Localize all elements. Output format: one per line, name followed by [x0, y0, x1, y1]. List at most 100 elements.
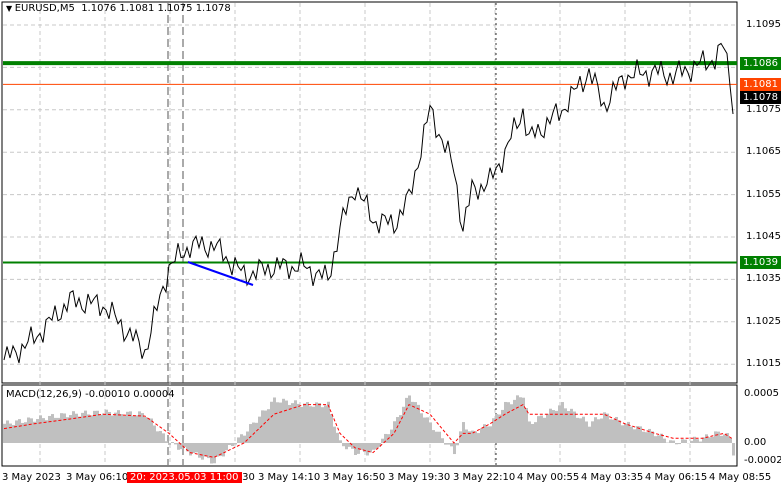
macd-histogram-bar	[519, 397, 522, 443]
price-tick: 1.1095	[746, 19, 781, 30]
macd-histogram-bar	[345, 443, 348, 450]
macd-histogram-bar	[249, 424, 252, 443]
macd-histogram-bar	[489, 426, 492, 443]
macd-histogram-bar	[612, 419, 615, 443]
macd-histogram-bar	[447, 443, 450, 445]
macd-histogram-bar	[147, 418, 150, 443]
macd-histogram-bar	[198, 443, 201, 458]
price-tick: 1.1075	[746, 103, 781, 115]
macd-histogram-bar	[723, 434, 726, 443]
macd-histogram-bar	[465, 429, 468, 443]
macd-histogram-bar	[342, 443, 345, 447]
macd-histogram-bar	[423, 417, 426, 443]
macd-histogram-bar	[642, 431, 645, 443]
macd-histogram-bar	[294, 400, 297, 443]
macd-histogram-bar	[315, 402, 318, 443]
macd-histogram-bar	[408, 395, 411, 443]
macd-histogram-bar	[3, 423, 6, 443]
macd-histogram-bar	[297, 403, 300, 443]
macd-histogram-bar	[213, 443, 216, 464]
ohlc-values: 1.1076 1.1081 1.1075 1.1078	[81, 3, 231, 14]
macd-histogram-bar	[45, 420, 48, 443]
macd-histogram-bar	[243, 435, 246, 443]
macd-histogram-bar	[210, 443, 213, 464]
time-tick: 3 May 19:30	[388, 472, 451, 483]
macd-histogram-bar	[414, 402, 417, 443]
macd-histogram-bar	[141, 413, 144, 443]
macd-histogram-bar	[39, 415, 42, 443]
symbol-label: EURUSD,M5	[14, 3, 75, 14]
macd-histogram-bar	[435, 431, 438, 443]
macd-histogram-bar	[60, 413, 63, 443]
macd-histogram-bar	[366, 443, 369, 456]
collapse-triangle-icon[interactable]: ▼	[6, 4, 15, 13]
macd-histogram-bar	[558, 405, 561, 443]
macd-histogram-bar	[279, 402, 282, 443]
macd-histogram-bar	[264, 410, 267, 443]
time-tick: 3 May 22:10	[453, 472, 516, 483]
macd-histogram-bar	[537, 416, 540, 443]
macd-histogram-bar	[78, 416, 81, 443]
macd-histogram-bar	[111, 415, 114, 443]
macd-histogram-bar	[555, 410, 558, 443]
macd-histogram-bar	[597, 419, 600, 443]
macd-histogram-bar	[285, 400, 288, 443]
macd-histogram-bar	[159, 430, 162, 443]
macd-histogram-bar	[516, 395, 519, 443]
price-level-label: 1.1086	[740, 57, 781, 71]
macd-histogram-bar	[525, 408, 528, 443]
macd-histogram-bar	[603, 412, 606, 443]
macd-histogram-bar	[54, 417, 57, 443]
macd-histogram-bar	[225, 443, 228, 451]
macd-histogram-bar	[450, 443, 453, 447]
macd-histogram-bar	[108, 412, 111, 443]
macd-histogram-bar	[513, 399, 516, 443]
macd-histogram-bar	[309, 406, 312, 443]
macd-histogram-bar	[66, 417, 69, 443]
macd-histogram-bar	[126, 411, 129, 443]
macd-histogram-bar	[312, 406, 315, 443]
macd-histogram-bar	[372, 443, 375, 450]
macd-histogram-bar	[594, 417, 597, 443]
price-tick: 1.1025	[746, 315, 781, 327]
macd-histogram-bar	[144, 417, 147, 443]
price-tick: 1.1045	[746, 231, 781, 242]
macd-histogram-bar	[276, 402, 279, 443]
macd-histogram-bar	[630, 426, 633, 443]
macd-histogram-bar	[528, 421, 531, 443]
price-chart[interactable]	[0, 0, 781, 489]
price-tick: 1.1065	[746, 146, 781, 158]
macd-histogram-bar	[654, 436, 657, 443]
macd-histogram-bar	[42, 418, 45, 443]
macd-histogram-bar	[531, 424, 534, 443]
macd-label: MACD(12,26,9) -0.00010 0.00004	[6, 389, 175, 400]
macd-tick: 0.00	[744, 437, 767, 448]
macd-histogram-bar	[711, 436, 714, 443]
macd-histogram-bar	[486, 426, 489, 443]
macd-histogram-bar	[585, 421, 588, 443]
macd-histogram-bar	[324, 405, 327, 443]
macd-histogram-bar	[282, 398, 285, 443]
macd-histogram-bar	[192, 443, 195, 453]
macd-histogram-bar	[696, 439, 699, 443]
macd-histogram-bar	[228, 443, 231, 446]
macd-histogram-bar	[675, 443, 678, 445]
macd-histogram-bar	[306, 402, 309, 443]
macd-histogram-bar	[300, 406, 303, 443]
macd-histogram-bar	[453, 443, 456, 455]
macd-histogram-bar	[645, 432, 648, 443]
macd-histogram-bar	[708, 437, 711, 443]
macd-histogram-bar	[564, 408, 567, 443]
macd-histogram-bar	[171, 442, 174, 443]
macd-histogram-bar	[717, 431, 720, 443]
time-tick: 3 May 16:50	[323, 472, 386, 483]
macd-histogram-bar	[540, 415, 543, 443]
macd-histogram-bar	[150, 418, 153, 443]
macd-histogram-bar	[600, 418, 603, 443]
macd-histogram-bar	[318, 403, 321, 443]
macd-histogram-bar	[579, 418, 582, 443]
macd-histogram-bar	[216, 443, 219, 457]
crosshair-time-label: 20: 2023.05.03 11:00	[127, 472, 242, 483]
macd-histogram-bar	[204, 443, 207, 457]
macd-histogram-bar	[120, 414, 123, 443]
